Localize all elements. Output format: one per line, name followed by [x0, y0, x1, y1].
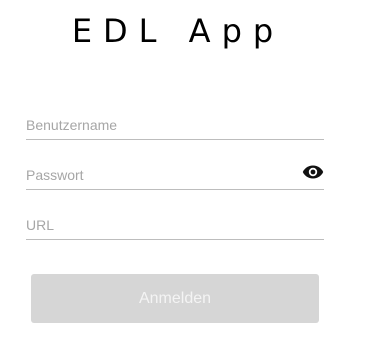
username-input[interactable]: [26, 114, 296, 136]
url-input[interactable]: [26, 214, 296, 236]
url-field-container: [26, 210, 324, 240]
username-field-container: [26, 110, 324, 140]
url-underline: [26, 239, 324, 240]
eye-icon[interactable]: [302, 164, 324, 180]
password-input[interactable]: [26, 164, 296, 186]
username-underline: [26, 139, 324, 140]
password-field-container: [26, 160, 324, 190]
password-underline: [26, 189, 324, 190]
login-button[interactable]: Anmelden: [31, 274, 319, 323]
app-title: EDL App: [71, 12, 285, 50]
